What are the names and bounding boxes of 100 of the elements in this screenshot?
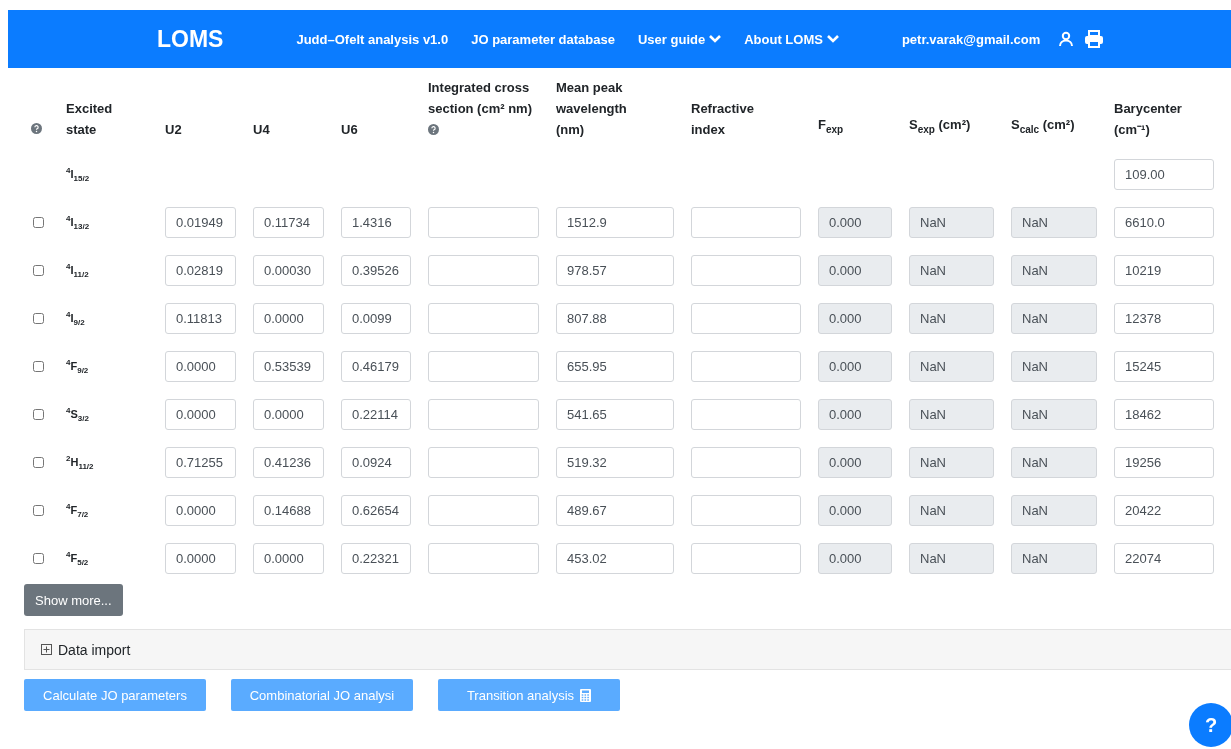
- brand-logo[interactable]: LOMS: [157, 25, 224, 53]
- input-field[interactable]: [428, 206, 539, 238]
- input-field[interactable]: NaN: [909, 398, 994, 430]
- row-checkbox[interactable]: [33, 360, 44, 372]
- nav-link[interactable]: JO parameter database: [471, 31, 615, 47]
- input-field[interactable]: NaN: [909, 206, 994, 238]
- row-checkbox[interactable]: [33, 552, 44, 564]
- input-field[interactable]: 0.01949: [165, 206, 236, 238]
- input-field[interactable]: 15245: [1114, 350, 1214, 382]
- input-field[interactable]: 0.53539: [253, 350, 324, 382]
- input-field[interactable]: NaN: [1011, 542, 1097, 574]
- nav-link[interactable]: Judd–Ofelt analysis v1.0: [296, 31, 449, 47]
- input-field[interactable]: 0.0000: [253, 302, 324, 334]
- input-field[interactable]: 0.000: [818, 254, 892, 286]
- input-field[interactable]: 807.88: [556, 302, 674, 334]
- input-field[interactable]: 0.41236: [253, 446, 324, 478]
- input-field[interactable]: 0.0924: [341, 446, 411, 478]
- input-field[interactable]: [428, 350, 539, 382]
- input-field[interactable]: 0.39526: [341, 254, 411, 286]
- input-field[interactable]: 6610.0: [1114, 206, 1214, 238]
- input-field[interactable]: 0.14688: [253, 494, 324, 526]
- input-field[interactable]: 109.00: [1114, 158, 1214, 190]
- input-field[interactable]: 0.0000: [165, 350, 236, 382]
- input-field[interactable]: 0.0000: [253, 542, 324, 574]
- input-field[interactable]: [428, 254, 539, 286]
- input-field[interactable]: [691, 446, 801, 478]
- input-field[interactable]: NaN: [909, 542, 994, 574]
- input-field[interactable]: NaN: [909, 494, 994, 526]
- input-field[interactable]: NaN: [1011, 302, 1097, 334]
- input-field[interactable]: 0.000: [818, 398, 892, 430]
- input-field[interactable]: 0.000: [818, 446, 892, 478]
- row-checkbox[interactable]: [33, 408, 44, 420]
- input-field[interactable]: [428, 446, 539, 478]
- input-field[interactable]: 0.000: [818, 494, 892, 526]
- input-field[interactable]: 0.11813: [165, 302, 236, 334]
- input-field[interactable]: NaN: [1011, 446, 1097, 478]
- input-field[interactable]: 12378: [1114, 302, 1214, 334]
- input-field[interactable]: [691, 494, 801, 526]
- row-checkbox[interactable]: [33, 312, 44, 324]
- input-field[interactable]: 1512.9: [556, 206, 674, 238]
- nav-link[interactable]: User guide: [638, 31, 722, 47]
- input-field[interactable]: 1.4316: [341, 206, 411, 238]
- input-field[interactable]: 0.0000: [165, 494, 236, 526]
- input-field[interactable]: [691, 254, 801, 286]
- input-field[interactable]: NaN: [1011, 206, 1097, 238]
- input-field[interactable]: 0.00030: [253, 254, 324, 286]
- input-field[interactable]: 19256: [1114, 446, 1214, 478]
- input-field[interactable]: [428, 302, 539, 334]
- input-field[interactable]: 0.0000: [165, 542, 236, 574]
- input-field[interactable]: 18462: [1114, 398, 1214, 430]
- input-field[interactable]: 20422: [1114, 494, 1214, 526]
- column-header: Refractive index: [691, 100, 755, 139]
- show-more-button[interactable]: Show more...: [24, 584, 123, 616]
- input-field[interactable]: 0.0000: [165, 398, 236, 430]
- input-field[interactable]: 0.000: [818, 206, 892, 238]
- input-field[interactable]: 541.65: [556, 398, 674, 430]
- input-field[interactable]: 489.67: [556, 494, 674, 526]
- row-checkbox[interactable]: [33, 264, 44, 276]
- input-field[interactable]: 0.11734: [253, 206, 324, 238]
- input-field[interactable]: [428, 398, 539, 430]
- input-field[interactable]: NaN: [909, 350, 994, 382]
- input-field[interactable]: [428, 494, 539, 526]
- input-field[interactable]: NaN: [1011, 398, 1097, 430]
- input-field[interactable]: 0.000: [818, 302, 892, 334]
- printer-icon[interactable]: [1084, 30, 1105, 48]
- input-field[interactable]: NaN: [909, 446, 994, 478]
- input-field[interactable]: 22074: [1114, 542, 1214, 574]
- nav-link[interactable]: About LOMS: [744, 31, 839, 47]
- input-field[interactable]: 0.46179: [341, 350, 411, 382]
- input-field[interactable]: [691, 350, 801, 382]
- user-icon[interactable]: [1058, 31, 1075, 47]
- input-field[interactable]: [691, 302, 801, 334]
- help-button[interactable]: ?: [1189, 703, 1231, 747]
- input-field[interactable]: 655.95: [556, 350, 674, 382]
- row-checkbox[interactable]: [33, 216, 44, 228]
- input-field[interactable]: NaN: [909, 302, 994, 334]
- input-field[interactable]: 519.32: [556, 446, 674, 478]
- input-field[interactable]: NaN: [1011, 254, 1097, 286]
- input-field[interactable]: 978.57: [556, 254, 674, 286]
- input-field[interactable]: [691, 398, 801, 430]
- input-field[interactable]: 10219: [1114, 254, 1214, 286]
- input-field[interactable]: [691, 542, 801, 574]
- input-field[interactable]: 0.0000: [253, 398, 324, 430]
- input-field[interactable]: NaN: [909, 254, 994, 286]
- input-field[interactable]: 0.22321: [341, 542, 411, 574]
- input-field[interactable]: 0.62654: [341, 494, 411, 526]
- input-field[interactable]: NaN: [1011, 494, 1097, 526]
- input-field[interactable]: 453.02: [556, 542, 674, 574]
- input-field[interactable]: [691, 206, 801, 238]
- input-field[interactable]: 0.71255: [165, 446, 236, 478]
- input-field[interactable]: 0.000: [818, 350, 892, 382]
- data-import-panel[interactable]: Data import: [24, 629, 1231, 670]
- input-field[interactable]: 0.000: [818, 542, 892, 574]
- input-field[interactable]: 0.0099: [341, 302, 411, 334]
- row-checkbox[interactable]: [33, 456, 44, 468]
- row-checkbox[interactable]: [33, 504, 44, 516]
- input-field[interactable]: NaN: [1011, 350, 1097, 382]
- input-field[interactable]: 0.02819: [165, 254, 236, 286]
- input-field[interactable]: [428, 542, 539, 574]
- input-field[interactable]: 0.22114: [341, 398, 411, 430]
